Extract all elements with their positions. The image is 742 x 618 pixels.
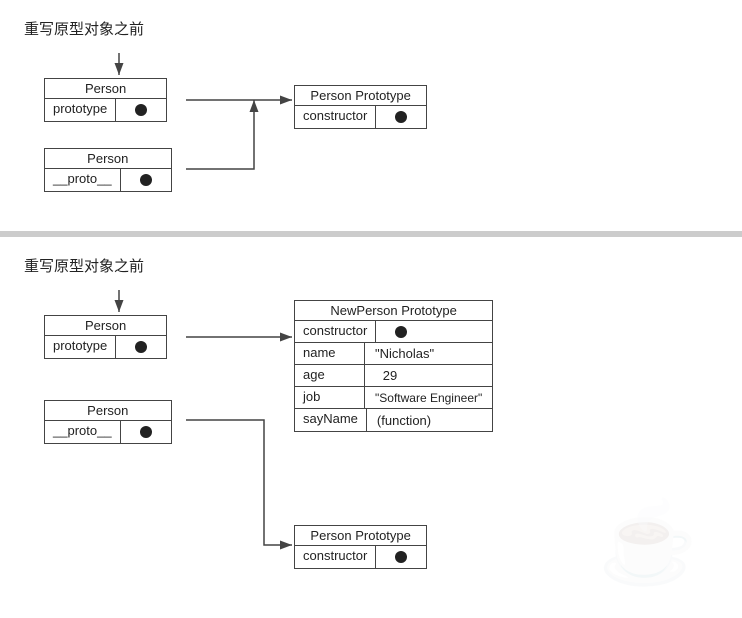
section2-diagram: Person prototype Person __proto__ NewPer… [24,290,718,600]
s1-pp-value [121,169,171,191]
section1-title: 重写原型对象之前 [24,18,718,39]
s2-pc-row1: prototype [45,336,166,358]
s2-npp-label-job: job [295,387,365,408]
s2-person-constructor-title: Person [45,316,166,336]
s2-npp-label-constructor: constructor [295,321,376,342]
s2-npp-label-sayname: sayName [295,409,367,431]
s1-person-proto-title: Person [45,149,171,169]
s2-npp-row5: sayName (function) [295,409,492,431]
s2-newperson-prototype-box: NewPerson Prototype constructor name "Ni… [294,300,493,432]
s2-pp-label: __proto__ [45,421,121,443]
s2-person-constructor-box: Person prototype [44,315,167,359]
s2-pp-value [121,421,171,443]
s2-npp-dot-constructor [395,326,407,338]
s2-npp-value-name: "Nicholas" [365,343,444,364]
s2-pc-value [116,336,166,358]
s1-ppt-label: constructor [295,106,376,128]
s2-pp-row1: __proto__ [45,421,171,443]
watermark: ☕ [598,496,698,590]
s2-ppt-dot [395,551,407,563]
s2-npp-value-constructor [376,321,426,342]
s2-ppt-label: constructor [295,546,376,568]
s1-ppt-value [376,106,426,128]
section2-title: 重写原型对象之前 [24,255,718,276]
s2-ppt-row1: constructor [295,546,426,568]
s1-pc-value [116,99,166,121]
s2-npp-value-sayname: (function) [367,409,441,431]
section1-diagram: Person prototype Person __proto__ Person… [24,53,718,213]
s2-npp-value-job: "Software Engineer" [365,387,492,408]
s2-npp-row1: constructor [295,321,492,343]
s1-person-constructor-title: Person [45,79,166,99]
s1-pp-row1: __proto__ [45,169,171,191]
section-1: 重写原型对象之前 Person prototype Person __proto… [0,0,742,231]
s2-arrow-proto-to-personprototype [186,420,292,545]
s2-npp-label-name: name [295,343,365,364]
s1-person-prototype-box: Person Prototype constructor [294,85,427,129]
s2-npp-row4: job "Software Engineer" [295,387,492,409]
s1-pp-label: __proto__ [45,169,121,191]
section-2: 重写原型对象之前 Person prototype Person __proto… [0,231,742,618]
s2-npp-row3: age 29 [295,365,492,387]
s1-ppt-dot [395,111,407,123]
s1-pc-dot [135,104,147,116]
s1-person-prototype-title: Person Prototype [295,86,426,106]
s1-ppt-row1: constructor [295,106,426,128]
s2-npp-value-age: 29 [365,365,415,386]
s1-person-proto-box: Person __proto__ [44,148,172,192]
s1-pp-dot [140,174,152,186]
s2-pc-label: prototype [45,336,116,358]
s2-person-proto-title: Person [45,401,171,421]
s2-person-proto-box: Person __proto__ [44,400,172,444]
s2-npp-label-age: age [295,365,365,386]
s2-pp-dot [140,426,152,438]
s2-pc-dot [135,341,147,353]
s2-newperson-prototype-title: NewPerson Prototype [295,301,492,321]
s2-person-prototype-title: Person Prototype [295,526,426,546]
s1-person-constructor-box: Person prototype [44,78,167,122]
s2-npp-row2: name "Nicholas" [295,343,492,365]
s1-pc-row1: prototype [45,99,166,121]
s2-ppt-value [376,546,426,568]
s1-pc-label: prototype [45,99,116,121]
s1-arrow-proto-to-prototype [186,100,254,169]
s2-person-prototype-box: Person Prototype constructor [294,525,427,569]
